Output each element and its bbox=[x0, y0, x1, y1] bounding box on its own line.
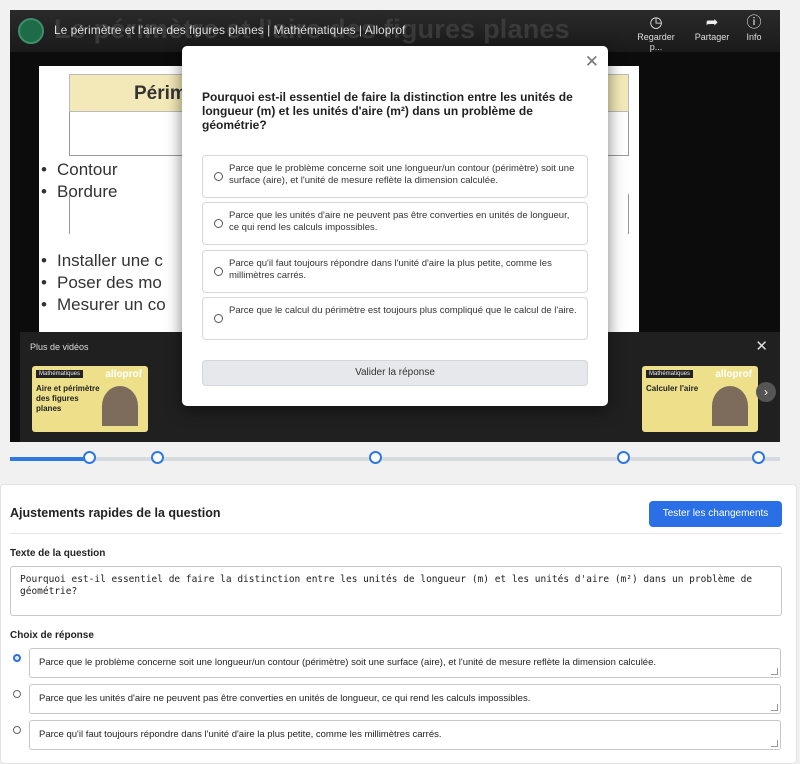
timeline-marker[interactable] bbox=[369, 451, 382, 464]
question-text-label: Texte de la question bbox=[10, 548, 106, 559]
question-modal: ✕ Pourquoi est-il essentiel de faire la … bbox=[182, 46, 608, 406]
timeline-progress bbox=[10, 457, 90, 461]
choice-text: Parce que le problème concerne soit une … bbox=[39, 657, 657, 668]
timeline-marker[interactable] bbox=[151, 451, 164, 464]
thumbnail-title: Calculer l'aire bbox=[646, 384, 699, 393]
modal-question: Pourquoi est-il essentiel de faire la di… bbox=[202, 90, 573, 132]
info-button[interactable]: ⓘ Info bbox=[728, 14, 780, 42]
watch-later-label: Regarder p... bbox=[637, 32, 675, 52]
answer-option[interactable]: Parce que les unités d'aire ne peuvent p… bbox=[202, 202, 588, 245]
choice-radio[interactable] bbox=[13, 726, 21, 734]
question-timeline[interactable] bbox=[10, 457, 780, 461]
slide-item: Installer une c bbox=[41, 251, 163, 271]
answer-option[interactable]: Parce que le problème concerne soit une … bbox=[202, 155, 588, 198]
choice-field[interactable]: Parce qu'il faut toujours répondre dans … bbox=[29, 720, 781, 750]
test-changes-button[interactable]: Tester les changements bbox=[649, 501, 782, 527]
answer-option-text: Parce que les unités d'aire ne peuvent p… bbox=[229, 210, 570, 233]
watch-later-button[interactable]: ◷ Regarder p... bbox=[630, 14, 682, 52]
choices-label: Choix de réponse bbox=[10, 630, 94, 641]
radio-icon[interactable] bbox=[214, 219, 223, 228]
divider bbox=[10, 533, 782, 534]
chevron-right-icon[interactable]: › bbox=[756, 382, 776, 402]
thumbnail-brand: alloprof bbox=[715, 369, 752, 380]
choice-text: Parce que les unités d'aire ne peuvent p… bbox=[39, 693, 531, 704]
info-icon: ⓘ bbox=[746, 14, 762, 31]
question-text-field[interactable]: Pourquoi est-il essentiel de faire la di… bbox=[10, 566, 782, 616]
answer-option-text: Parce qu'il faut toujours répondre dans … bbox=[229, 258, 552, 281]
timeline-marker[interactable] bbox=[617, 451, 630, 464]
radio-icon[interactable] bbox=[214, 172, 223, 181]
answer-option-text: Parce que le calcul du périmètre est tou… bbox=[229, 305, 577, 316]
thumbnail-badge: Mathématiques bbox=[646, 370, 694, 378]
info-label: Info bbox=[746, 32, 762, 42]
slide-item: Contour bbox=[41, 160, 118, 180]
close-icon[interactable]: ✕ bbox=[755, 337, 768, 355]
validate-answer-button[interactable]: Valider la réponse bbox=[202, 360, 588, 386]
resize-handle[interactable] bbox=[771, 704, 778, 711]
channel-logo[interactable] bbox=[18, 18, 44, 44]
radio-icon[interactable] bbox=[214, 314, 223, 323]
choice-field[interactable]: Parce que les unités d'aire ne peuvent p… bbox=[29, 684, 781, 714]
choice-field[interactable]: Parce que le problème concerne soit une … bbox=[29, 648, 781, 678]
thumbnail-badge: Mathématiques bbox=[36, 370, 84, 378]
answer-option[interactable]: Parce que le calcul du périmètre est tou… bbox=[202, 297, 588, 340]
presenter-avatar bbox=[712, 386, 748, 426]
resize-handle[interactable] bbox=[771, 668, 778, 675]
slide-item: Mesurer un co bbox=[41, 295, 166, 315]
timeline-marker[interactable] bbox=[752, 451, 765, 464]
choice-radio[interactable] bbox=[13, 690, 21, 698]
share-label: Partager bbox=[694, 32, 730, 42]
clock-icon: ◷ bbox=[649, 14, 663, 31]
presenter-avatar bbox=[102, 386, 138, 426]
video-thumbnail[interactable]: Mathématiques Calculer l'aire alloprof bbox=[642, 366, 758, 432]
answer-option-text: Parce que le problème concerne soit une … bbox=[229, 163, 575, 186]
slide-item: Poser des mo bbox=[41, 273, 162, 293]
more-videos-title: Plus de vidéos bbox=[30, 342, 89, 352]
resize-handle[interactable] bbox=[771, 740, 778, 747]
video-title[interactable]: Le périmètre et l'aire des figures plane… bbox=[54, 23, 405, 37]
timeline-marker[interactable] bbox=[83, 451, 96, 464]
panel-title: Ajustements rapides de la question bbox=[10, 506, 221, 520]
radio-icon[interactable] bbox=[214, 267, 223, 276]
close-icon[interactable]: ✕ bbox=[585, 52, 599, 72]
thumbnail-brand: alloprof bbox=[105, 369, 142, 380]
video-thumbnail[interactable]: Mathématiques Aire et périmètre des figu… bbox=[32, 366, 148, 432]
choice-text: Parce qu'il faut toujours répondre dans … bbox=[39, 729, 442, 740]
choice-radio[interactable] bbox=[13, 654, 21, 662]
thumbnail-title: Aire et périmètre des figures planes bbox=[36, 384, 100, 413]
quick-adjustments-panel: Ajustements rapides de la question Teste… bbox=[0, 484, 797, 764]
answer-option[interactable]: Parce qu'il faut toujours répondre dans … bbox=[202, 250, 588, 293]
